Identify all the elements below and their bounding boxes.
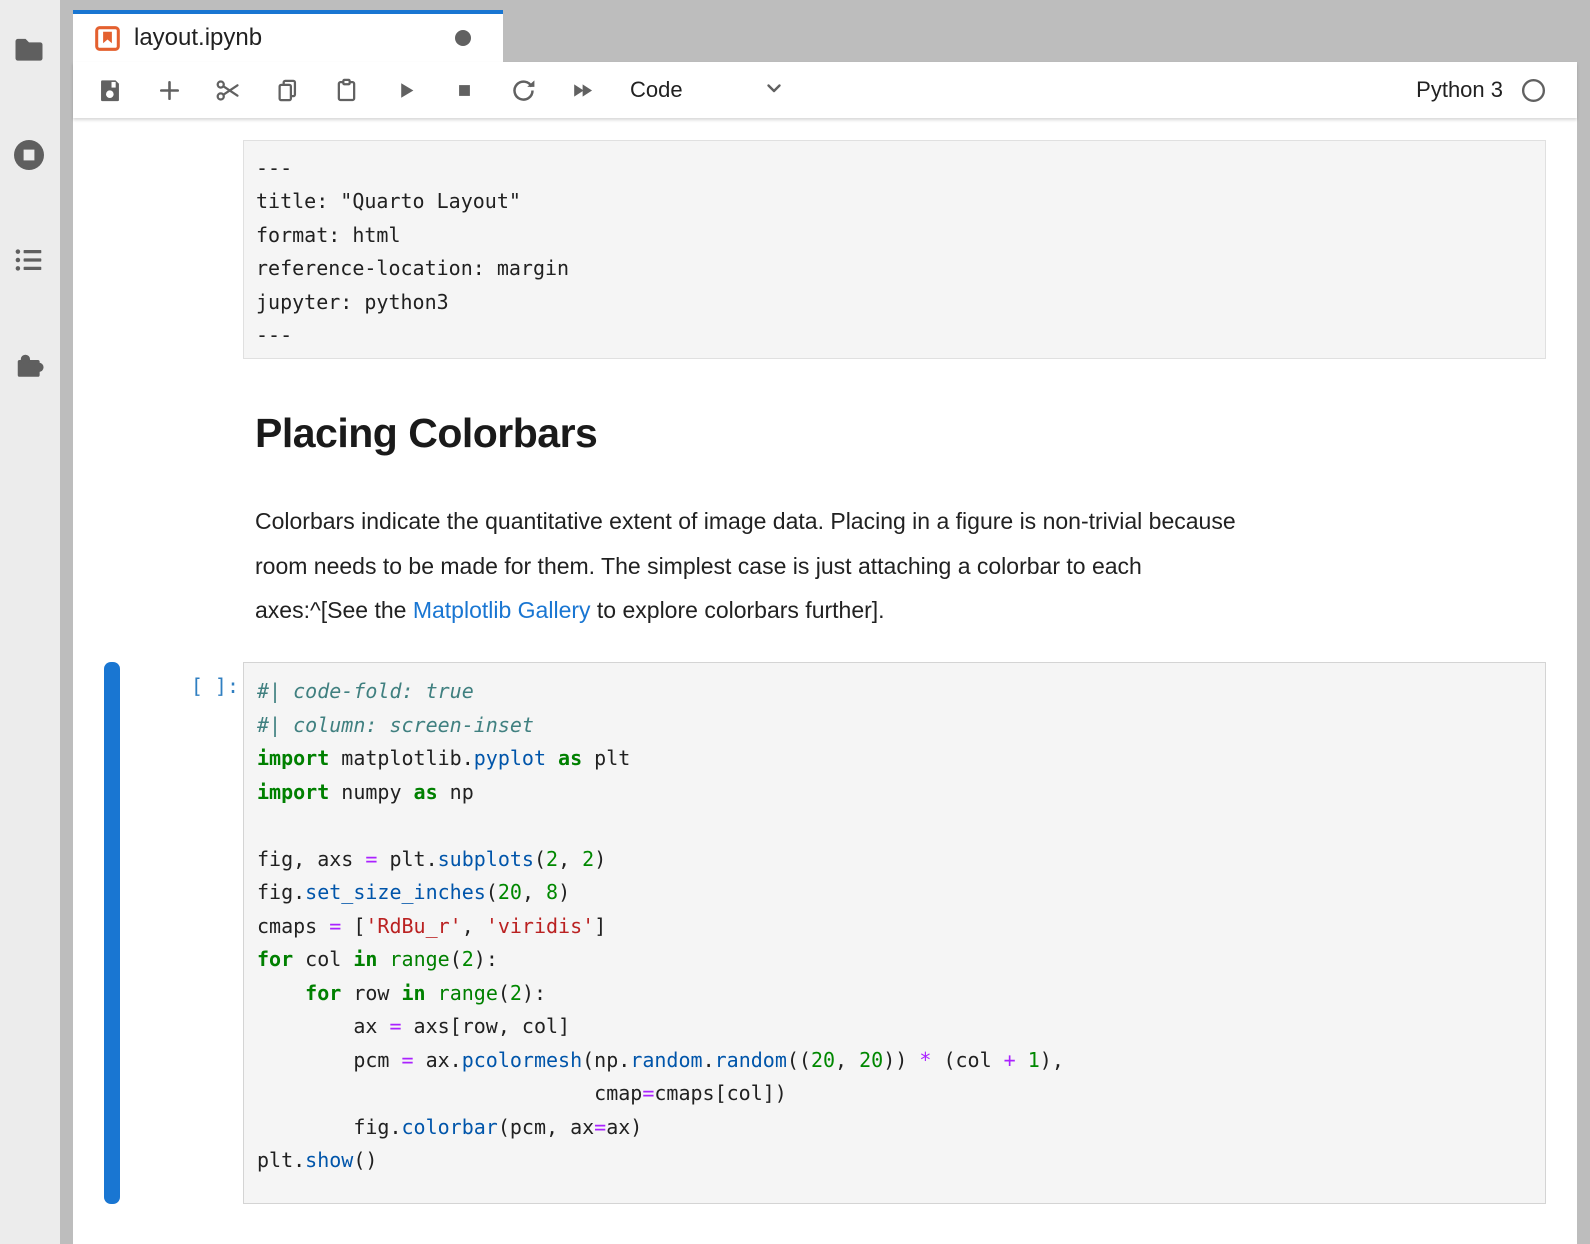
paragraph-line: axes:^[See the Matplotlib Gallery to exp… (255, 588, 1236, 633)
code-line: cmaps = ['RdBu_r', 'viridis'] (257, 910, 1533, 944)
raw-cell-line: title: "Quarto Layout" (256, 185, 1533, 218)
paragraph-text: axes:^[See the (255, 597, 413, 623)
code-line: fig, axs = plt.subplots(2, 2) (257, 843, 1533, 877)
code-line (257, 809, 1533, 843)
sidebar-item-file-browser[interactable] (8, 31, 50, 73)
raw-cell-line: jupyter: python3 (256, 286, 1533, 319)
kernel-indicator[interactable]: Python 3 (1416, 77, 1547, 104)
restart-kernel-button[interactable] (510, 77, 537, 104)
matplotlib-gallery-link[interactable]: Matplotlib Gallery (413, 597, 591, 623)
insert-cell-button[interactable] (156, 77, 183, 104)
code-line: for col in range(2): (257, 943, 1533, 977)
cell-type-value: Code (630, 77, 683, 103)
save-icon (97, 77, 124, 104)
chevron-down-icon (762, 76, 786, 105)
notebook-toolbar: Code Python 3 (73, 62, 1577, 118)
sidebar-item-table-of-contents[interactable] (8, 241, 50, 283)
code-line: #| column: screen-inset (257, 709, 1533, 743)
paste-cells-button[interactable] (333, 77, 360, 104)
kernel-status-icon (1520, 77, 1547, 104)
jupyterlab-window: layout.ipynb (0, 0, 1590, 1244)
input-prompt: [ ]: (157, 674, 239, 698)
unsaved-changes-indicator (455, 30, 471, 46)
cell-type-dropdown[interactable]: Code (630, 76, 786, 105)
scissors-icon (215, 77, 242, 104)
markdown-paragraph[interactable]: Colorbars indicate the quantitative exte… (255, 499, 1236, 633)
raw-cell-line: reference-location: margin (256, 252, 1533, 285)
interrupt-kernel-button[interactable] (451, 77, 478, 104)
code-line: for row in range(2): (257, 977, 1533, 1011)
code-line: fig.set_size_inches(20, 8) (257, 876, 1533, 910)
code-line: ax = axs[row, col] (257, 1010, 1533, 1044)
main-panel: layout.ipynb (73, 0, 1577, 1244)
active-cell-collapser[interactable] (104, 662, 120, 1204)
code-line: import matplotlib.pyplot as plt (257, 742, 1533, 776)
code-line: plt.show() (257, 1144, 1533, 1178)
paragraph-line: Colorbars indicate the quantitative exte… (255, 499, 1236, 544)
puzzle-icon (11, 346, 47, 387)
left-activity-bar (0, 0, 60, 1244)
run-cell-button[interactable] (392, 77, 419, 104)
clipboard-icon (333, 77, 360, 104)
notebook-icon (94, 25, 121, 52)
code-line: cmap=cmaps[col]) (257, 1077, 1533, 1111)
paragraph-text: to explore colorbars further]. (591, 597, 885, 623)
folder-icon (11, 32, 47, 73)
copy-icon (274, 77, 301, 104)
tab-layout-ipynb[interactable]: layout.ipynb (73, 10, 503, 62)
markdown-heading: Placing Colorbars (255, 410, 597, 457)
raw-cell[interactable]: --- title: "Quarto Layout" format: html … (243, 140, 1546, 359)
code-line: import numpy as np (257, 776, 1533, 810)
code-line: #| code-fold: true (257, 675, 1533, 709)
copy-cells-button[interactable] (274, 77, 301, 104)
plus-icon (156, 77, 183, 104)
play-icon (392, 77, 419, 104)
kernel-name: Python 3 (1416, 77, 1503, 103)
raw-cell-line: --- (256, 319, 1533, 352)
sidebar-item-running-sessions[interactable] (8, 136, 50, 178)
code-line: pcm = ax.pcolormesh(np.random.random((20… (257, 1044, 1533, 1078)
code-line: fig.colorbar(pcm, ax=ax) (257, 1111, 1533, 1145)
raw-cell-line: --- (256, 152, 1533, 185)
save-button[interactable] (97, 77, 124, 104)
fast-forward-icon (569, 77, 596, 104)
notebook-content: --- title: "Quarto Layout" format: html … (73, 118, 1577, 1244)
stop-circle-icon (11, 137, 47, 178)
restart-icon (510, 77, 537, 104)
raw-cell-line: format: html (256, 219, 1533, 252)
sidebar-item-extension-manager[interactable] (8, 345, 50, 387)
tab-bar: layout.ipynb (73, 0, 1577, 62)
code-cell-editor[interactable]: #| code-fold: true#| column: screen-inse… (243, 662, 1546, 1204)
list-icon (11, 242, 47, 283)
stop-icon (451, 77, 478, 104)
paragraph-line: room needs to be made for them. The simp… (255, 544, 1236, 589)
restart-run-all-button[interactable] (569, 77, 596, 104)
cut-cells-button[interactable] (215, 77, 242, 104)
tab-title: layout.ipynb (134, 24, 262, 52)
